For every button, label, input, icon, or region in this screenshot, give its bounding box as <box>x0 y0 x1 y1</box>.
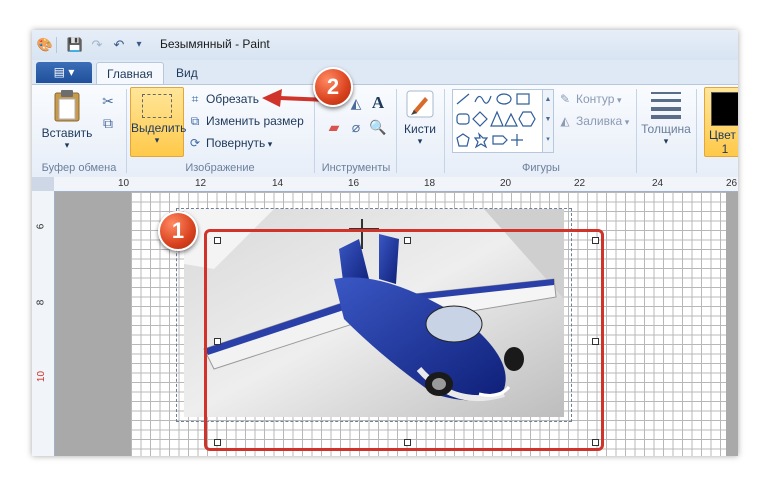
resize-label: Изменить размер <box>206 114 304 128</box>
vertical-ruler: 6 8 10 <box>32 191 55 456</box>
group-divider <box>444 89 445 173</box>
group-divider <box>696 89 697 173</box>
ruler-tick: 12 <box>195 178 207 189</box>
rotate-button[interactable]: ⟳ Повернуть ▾ <box>188 133 272 153</box>
window-title: Безымянный - Paint <box>160 37 270 51</box>
rotate-icon: ⟳ <box>189 136 201 150</box>
fill-button[interactable]: ◭ Заливка ▾ <box>558 111 629 131</box>
customize-dropdown-icon[interactable]: ▾ <box>130 36 148 54</box>
brushes-dropdown-icon: ▾ <box>417 136 423 146</box>
size-button[interactable]: Толщина ▾ <box>640 89 692 155</box>
magnifier-icon[interactable]: 🔍 <box>368 117 388 137</box>
undo-icon[interactable]: ↶ <box>110 36 128 54</box>
horizontal-ruler: 10 12 14 16 18 20 22 24 26 <box>54 177 738 192</box>
crop-icon: ⌗ <box>191 92 199 106</box>
color-picker-icon[interactable]: ⌀ <box>346 117 366 137</box>
outline-label: Контур <box>576 92 615 106</box>
group-divider <box>636 89 637 173</box>
ruler-tick: 18 <box>424 178 436 189</box>
copy-icon[interactable]: ⧉ <box>98 113 118 133</box>
color1-number: 1 <box>721 142 729 156</box>
resize-button[interactable]: ⧉ Изменить размер <box>188 111 304 131</box>
ruler-tick: 8 <box>35 299 47 306</box>
select-label: Выделить <box>131 121 187 135</box>
ribbon-tabs: ▤ ▾ Главная Вид <box>32 60 738 85</box>
shapes-group: ▲ ▼ ▾ ✎ Контур ▾ ◭ Заливка ▾ Фигуры <box>446 85 636 177</box>
resize-icon: ⧉ <box>190 114 200 128</box>
fill-label: Заливка <box>576 114 623 128</box>
redo-icon[interactable]: ↷ <box>88 36 106 54</box>
brushes-button[interactable]: Кисти ▾ <box>398 89 442 155</box>
text-tool-icon[interactable]: A <box>368 93 388 113</box>
rotate-label: Повернуть <box>206 136 266 150</box>
clipboard-group: Вставить ▾ ✂ ⧉ Буфер обмена <box>32 85 126 177</box>
ruler-tick: 6 <box>35 223 47 230</box>
ruler-tick: 14 <box>272 178 284 189</box>
outline-button[interactable]: ✎ Контур ▾ <box>558 89 622 109</box>
ruler-tick: 16 <box>348 178 360 189</box>
crop-button[interactable]: ⌗ Обрезать <box>188 89 259 109</box>
color1-button[interactable]: Цвет 1 <box>704 87 738 157</box>
canvas-margin-left <box>55 192 131 456</box>
paste-button[interactable]: Вставить ▾ <box>40 89 94 155</box>
cut-icon[interactable]: ✂ <box>98 91 118 111</box>
size-label: Толщина <box>641 122 691 136</box>
tools-group-label: Инструменты <box>321 162 391 174</box>
eraser-icon[interactable]: ▰ <box>324 117 344 137</box>
color1-label: Цвет <box>709 128 736 142</box>
color1-swatch <box>711 92 738 126</box>
clipboard-group-label: Буфер обмена <box>41 162 117 174</box>
shapes-gallery[interactable] <box>452 89 544 153</box>
highlight-box <box>204 229 604 451</box>
ribbon: Вставить ▾ ✂ ⧉ Буфер обмена Выделить ▾ ⌗… <box>32 84 738 178</box>
save-icon[interactable]: 💾 <box>66 36 84 54</box>
select-dropdown-icon: ▾ <box>154 135 160 145</box>
ruler-tick: 20 <box>500 178 512 189</box>
ruler-tick: 10 <box>36 370 48 383</box>
canvas-margin-right <box>726 192 738 456</box>
brush-icon <box>406 90 434 118</box>
image-group-label: Изображение <box>185 162 255 174</box>
step-badge-1: 1 <box>158 211 198 251</box>
step-badge-2: 2 <box>313 67 353 107</box>
shapes-gallery-icons <box>456 93 536 149</box>
clipboard-icon <box>54 90 80 122</box>
shapes-scrollbar[interactable]: ▲ ▼ ▾ <box>542 89 554 153</box>
ruler-tick: 26 <box>726 178 738 189</box>
ruler-tick: 10 <box>118 178 130 189</box>
brushes-label: Кисти <box>404 122 436 136</box>
size-dropdown-icon: ▾ <box>663 136 669 146</box>
select-button[interactable]: Выделить ▾ <box>130 87 187 157</box>
file-menu-tab[interactable]: ▤ ▾ <box>36 62 92 83</box>
ruler-tick: 24 <box>652 178 664 189</box>
tab-view[interactable]: Вид <box>166 62 208 84</box>
paste-label: Вставить <box>41 126 93 140</box>
shapes-group-label: Фигуры <box>522 162 560 174</box>
fill-icon: ◭ <box>560 114 570 128</box>
crop-label: Обрезать <box>206 92 259 106</box>
group-divider <box>396 89 397 173</box>
tab-home[interactable]: Главная <box>96 62 164 85</box>
group-divider <box>126 89 127 173</box>
paste-dropdown-icon: ▾ <box>64 140 70 150</box>
outline-icon: ✎ <box>559 92 571 106</box>
line-thickness-icon <box>651 92 681 119</box>
quick-access-separator <box>56 37 57 53</box>
ruler-tick: 22 <box>574 178 586 189</box>
title-bar: 🎨 💾 ↷ ↶ ▾ Безымянный - Paint <box>32 30 738 60</box>
paint-app-icon[interactable]: 🎨 <box>36 36 54 54</box>
select-rectangle-icon <box>142 94 172 118</box>
